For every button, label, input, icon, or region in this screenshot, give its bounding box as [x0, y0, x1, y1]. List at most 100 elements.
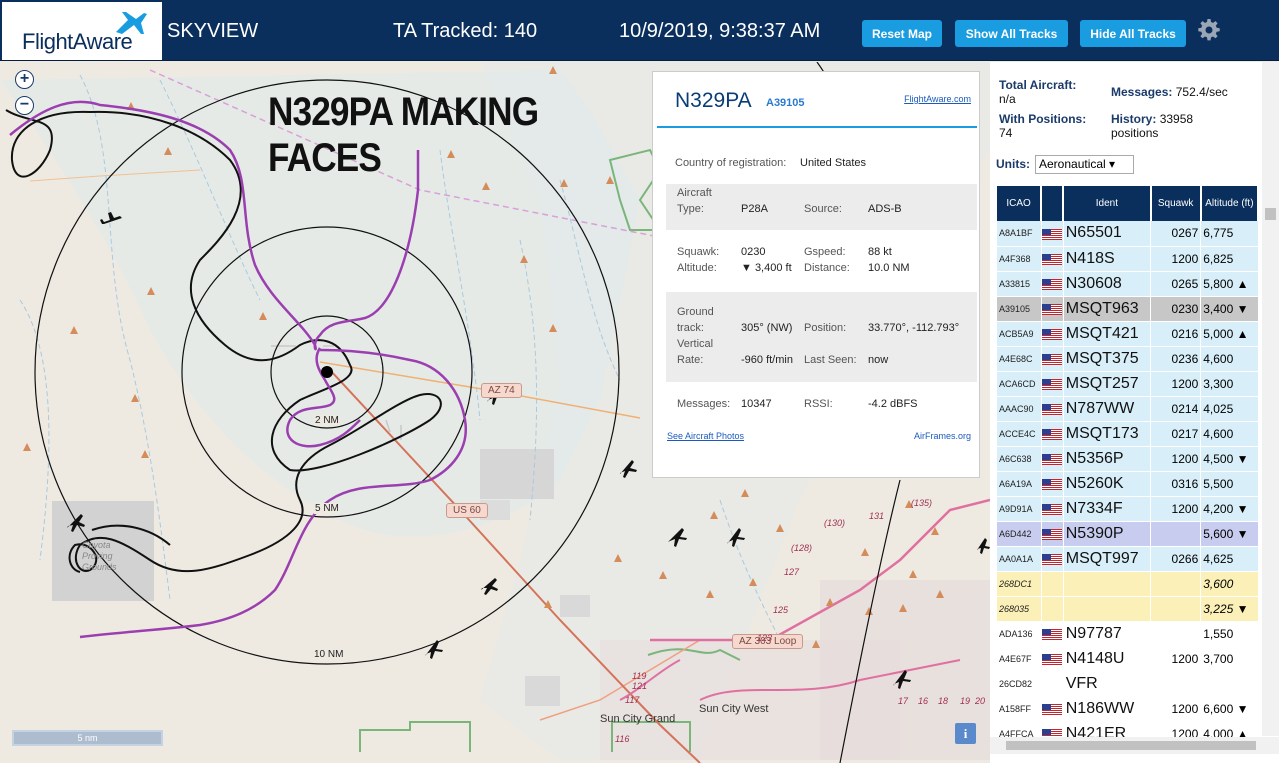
country-value: United States	[800, 157, 867, 169]
aircraft-row[interactable]: A6D442 N5390P 5,600 ▼	[997, 521, 1259, 547]
position-value: 33.770°, -112.793°	[868, 322, 960, 334]
source-value: ADS-B	[868, 203, 902, 215]
aircraft-icao: ADA136	[997, 621, 1042, 647]
aircraft-ident: VFR	[1063, 671, 1152, 697]
total-aircraft: Total Aircraft: n/a	[999, 78, 1076, 106]
vrate-label-2: Rate:	[677, 354, 704, 366]
aircraft-row[interactable]: A158FF N186WW 1200 6,600 ▼	[997, 696, 1259, 722]
horizontal-scroll-thumb[interactable]	[1006, 741, 1256, 750]
aircraft-row[interactable]: A8A1BF N65501 0267 6,775	[997, 221, 1259, 247]
aircraft-row[interactable]: A6A19A N5260K 0316 5,500	[997, 471, 1259, 497]
aircraft-row[interactable]: ADA136 N97787 1,550	[997, 621, 1259, 647]
scale-bar: 5 nm	[12, 730, 163, 746]
us-flag-icon	[1041, 378, 1062, 390]
messages-rate-label: Messages:	[1111, 85, 1173, 99]
units-select[interactable]: Aeronautical ▾	[1035, 155, 1134, 174]
rssi-label: RSSI:	[804, 398, 833, 410]
route-num: (128)	[791, 543, 813, 553]
aircraft-row[interactable]: 268035 3,225 ▼	[997, 596, 1259, 622]
aircraft-row[interactable]: A4F368 N418S 1200 6,825	[997, 246, 1259, 272]
aircraft-row[interactable]: A4E67F N4148U 1200 3,700	[997, 646, 1259, 672]
col-flag[interactable]	[1041, 186, 1065, 221]
logo-text: FlightAware	[22, 29, 133, 54]
aircraft-altitude: 3,400 ▼	[1200, 296, 1259, 322]
us-flag-icon	[1041, 278, 1062, 290]
aircraft-squawk: 0217	[1150, 421, 1202, 447]
app-name: SKYVIEW	[167, 20, 259, 42]
aircraft-altitude: 5,800 ▲	[1200, 271, 1259, 297]
squawk-value: 0230	[741, 246, 766, 258]
show-all-tracks-button[interactable]: Show All Tracks	[955, 20, 1068, 47]
aircraft-squawk	[1150, 621, 1202, 647]
airframes-link[interactable]: AirFrames.org	[914, 431, 971, 441]
col-altitude[interactable]: Altitude (ft)	[1200, 186, 1260, 221]
flag-cell	[1041, 246, 1064, 272]
aircraft-row[interactable]: AA0A1A MSQT997 0266 4,625	[997, 546, 1259, 572]
aircraft-row[interactable]: ACB5A9 MSQT421 0216 5,000 ▲	[997, 321, 1259, 347]
flag-cell	[1041, 296, 1064, 322]
aircraft-row[interactable]: ACA6CD MSQT257 1200 3,300	[997, 371, 1259, 397]
flag-cell	[1041, 571, 1064, 597]
flag-cell	[1041, 671, 1064, 697]
col-ident[interactable]: Ident	[1063, 186, 1152, 221]
annotation-text: N329PA MAKING FACES	[268, 89, 539, 181]
aircraft-photos-link[interactable]: See Aircraft Photos	[667, 431, 744, 441]
col-icao[interactable]: ICAO	[997, 186, 1043, 221]
type-label-1: Aircraft	[677, 187, 712, 199]
aircraft-squawk: 1200	[1150, 246, 1202, 272]
zoom-in-button[interactable]: +	[15, 70, 34, 89]
flightaware-logo[interactable]: FlightAware	[2, 2, 162, 60]
aircraft-row[interactable]: A9D91A N7334F 1200 4,200 ▼	[997, 496, 1259, 522]
road-label-us60: US 60	[446, 503, 488, 518]
zoom-out-button[interactable]: −	[15, 96, 34, 115]
aircraft-row[interactable]: A6C638 N5356P 1200 4,500 ▼	[997, 446, 1259, 472]
ring-label-10nm: 10 NM	[313, 649, 345, 660]
type-value: P28A	[741, 203, 768, 215]
col-squawk[interactable]: Squawk	[1150, 186, 1202, 221]
aircraft-row[interactable]: A33815 N30608 0265 5,800 ▲	[997, 271, 1259, 297]
us-flag-icon	[1041, 328, 1062, 340]
popup-divider	[657, 126, 977, 128]
aircraft-table: ICAO Ident Squawk Altitude (ft) A8A1BF N6…	[997, 186, 1260, 747]
aircraft-squawk	[1150, 521, 1202, 547]
aircraft-icao: A6D442	[997, 521, 1042, 547]
gear-icon[interactable]	[1197, 18, 1221, 42]
history-label: History:	[1111, 112, 1157, 126]
route-num: 127	[784, 567, 800, 577]
table-horizontal-scrollbar[interactable]	[990, 737, 1279, 754]
units-label: Units:	[996, 157, 1030, 171]
aircraft-altitude: 4,600	[1200, 421, 1259, 447]
info-button[interactable]: i	[955, 723, 976, 744]
hide-all-tracks-button[interactable]: Hide All Tracks	[1080, 20, 1186, 47]
aircraft-icao: A8A1BF	[997, 221, 1042, 247]
ground-value: 305° (NW)	[741, 322, 793, 334]
reset-map-button[interactable]: Reset Map	[862, 20, 942, 47]
aircraft-squawk: 1200	[1150, 696, 1202, 722]
aircraft-squawk: 1200	[1150, 446, 1202, 472]
aircraft-row[interactable]: AAAC90 N787WW 0214 4,025	[997, 396, 1259, 422]
aircraft-row[interactable]: A39105 MSQT963 0230 3,400 ▼	[997, 296, 1259, 322]
aircraft-ident: MSQT421	[1063, 321, 1152, 347]
aircraft-squawk	[1150, 571, 1202, 597]
aircraft-row[interactable]: A4E68C MSQT375 0236 4,600	[997, 346, 1259, 372]
vertical-scroll-thumb[interactable]	[1265, 208, 1276, 220]
flag-cell	[1041, 621, 1064, 647]
flag-cell	[1041, 421, 1064, 447]
aircraft-squawk: 0316	[1150, 471, 1202, 497]
aircraft-row[interactable]: 26CD82 VFR	[997, 671, 1259, 697]
us-flag-icon	[1041, 303, 1062, 315]
panel-scrollbar-top[interactable]	[1262, 62, 1279, 186]
table-vertical-scrollbar[interactable]	[1262, 186, 1279, 736]
aircraft-row[interactable]: 268DC1 3,600	[997, 571, 1259, 597]
annotation-line-2: FACES	[268, 136, 382, 180]
route-num: 20	[975, 696, 986, 706]
aircraft-row[interactable]: ACCE4C MSQT173 0217 4,600	[997, 421, 1259, 447]
aircraft-ident: N5356P	[1063, 446, 1152, 472]
messages-label: Messages:	[677, 398, 731, 410]
flightaware-link[interactable]: FlightAware.com	[904, 94, 971, 104]
route-num: 119	[632, 671, 647, 681]
aircraft-icao: A9D91A	[997, 496, 1042, 522]
aircraft-ident	[1063, 571, 1152, 597]
flag-cell	[1041, 271, 1064, 297]
aircraft-squawk: 0266	[1150, 546, 1202, 572]
